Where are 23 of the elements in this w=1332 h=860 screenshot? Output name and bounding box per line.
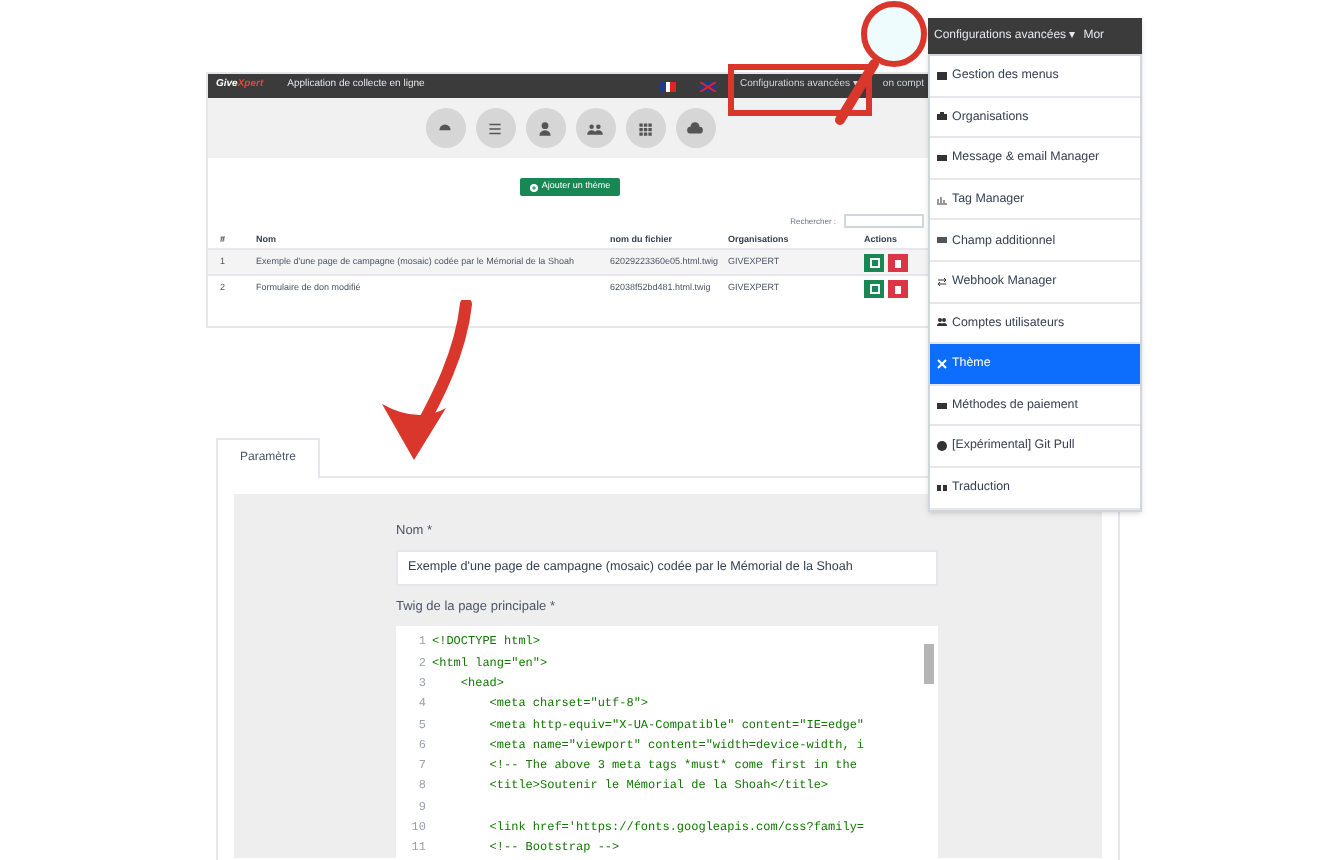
tools-icon xyxy=(936,357,948,370)
user-icon[interactable] xyxy=(525,108,565,148)
plus-circle-icon xyxy=(529,183,538,191)
highlight-frame xyxy=(728,64,872,116)
delete-button[interactable] xyxy=(888,279,908,297)
exchange-icon xyxy=(936,275,948,288)
edit-icon xyxy=(869,257,879,267)
search-field[interactable] xyxy=(844,214,924,228)
trash-icon xyxy=(894,257,902,267)
french-flag-icon[interactable] xyxy=(659,81,676,91)
menu-icon[interactable] xyxy=(475,108,515,148)
users-icon xyxy=(936,316,948,329)
grid-icon[interactable] xyxy=(625,108,665,148)
edit-icon xyxy=(869,283,879,293)
trash-icon xyxy=(894,283,902,293)
scrollbar-thumb[interactable] xyxy=(924,643,934,684)
chart-icon xyxy=(936,193,948,206)
delete-button[interactable] xyxy=(888,253,908,271)
users-icon[interactable] xyxy=(575,108,615,148)
briefcase-icon xyxy=(936,110,948,123)
cloud-icon[interactable] xyxy=(675,108,715,148)
code-editor[interactable] xyxy=(396,625,938,858)
british-flag-icon[interactable] xyxy=(699,81,716,91)
